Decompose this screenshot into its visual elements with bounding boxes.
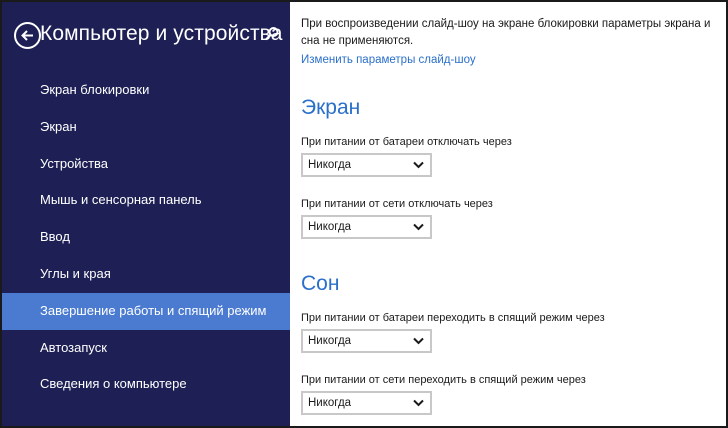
chevron-down-icon [413,399,424,407]
slideshow-settings-link[interactable]: Изменить параметры слайд-шоу [301,54,476,66]
search-icon[interactable] [264,26,280,42]
sidebar-item-pc-info[interactable]: Сведения о компьютере [2,366,290,403]
chevron-down-icon [413,161,424,169]
screen-ac-value: Никогда [308,221,352,233]
sidebar-item-autoplay[interactable]: Автозапуск [2,330,290,367]
chevron-down-icon [413,223,424,231]
sleep-battery-value: Никогда [308,335,352,347]
sidebar-item-screen[interactable]: Экран [2,109,290,146]
slideshow-note: При воспроизведении слайд-шоу на экране … [301,18,711,47]
back-button[interactable] [14,22,41,49]
sidebar-item-mouse-touchpad[interactable]: Мышь и сенсорная панель [2,182,290,219]
chevron-down-icon [413,337,424,345]
sleep-section-title: Сон [301,272,340,295]
screen-battery-select[interactable]: Никогда [301,153,432,177]
screen-ac-label: При питании от сети отключать через [301,198,493,210]
sleep-ac-label: При питании от сети переходить в спящий … [301,374,586,386]
sidebar-item-power-sleep[interactable]: Завершение работы и спящий режим [2,292,290,330]
sidebar-nav: Экран блокировки Экран Устройства Мышь и… [2,72,290,403]
sleep-ac-value: Никогда [308,397,352,409]
screen-battery-label: При питании от батареи отключать через [301,136,512,148]
sleep-battery-label: При питании от батареи переходить в спящ… [301,312,605,324]
sidebar: Компьютер и устройства Экран блокировки … [2,2,290,426]
sidebar-item-lock-screen[interactable]: Экран блокировки [2,72,290,109]
sidebar-item-corners-edges[interactable]: Углы и края [2,256,290,293]
main-content: При воспроизведении слайд-шоу на экране … [290,2,726,426]
sidebar-item-devices[interactable]: Устройства [2,146,290,183]
sleep-battery-select[interactable]: Никогда [301,329,432,353]
screen-battery-value: Никогда [308,159,352,171]
sidebar-header: Компьютер и устройства [12,20,286,54]
back-arrow-icon [21,30,33,41]
window: Компьютер и устройства Экран блокировки … [0,0,728,428]
page-title: Компьютер и устройства [40,22,283,45]
screen-section-title: Экран [301,96,361,119]
sleep-ac-select[interactable]: Никогда [301,391,432,415]
sidebar-item-typing[interactable]: Ввод [2,219,290,256]
screen-ac-select[interactable]: Никогда [301,215,432,239]
